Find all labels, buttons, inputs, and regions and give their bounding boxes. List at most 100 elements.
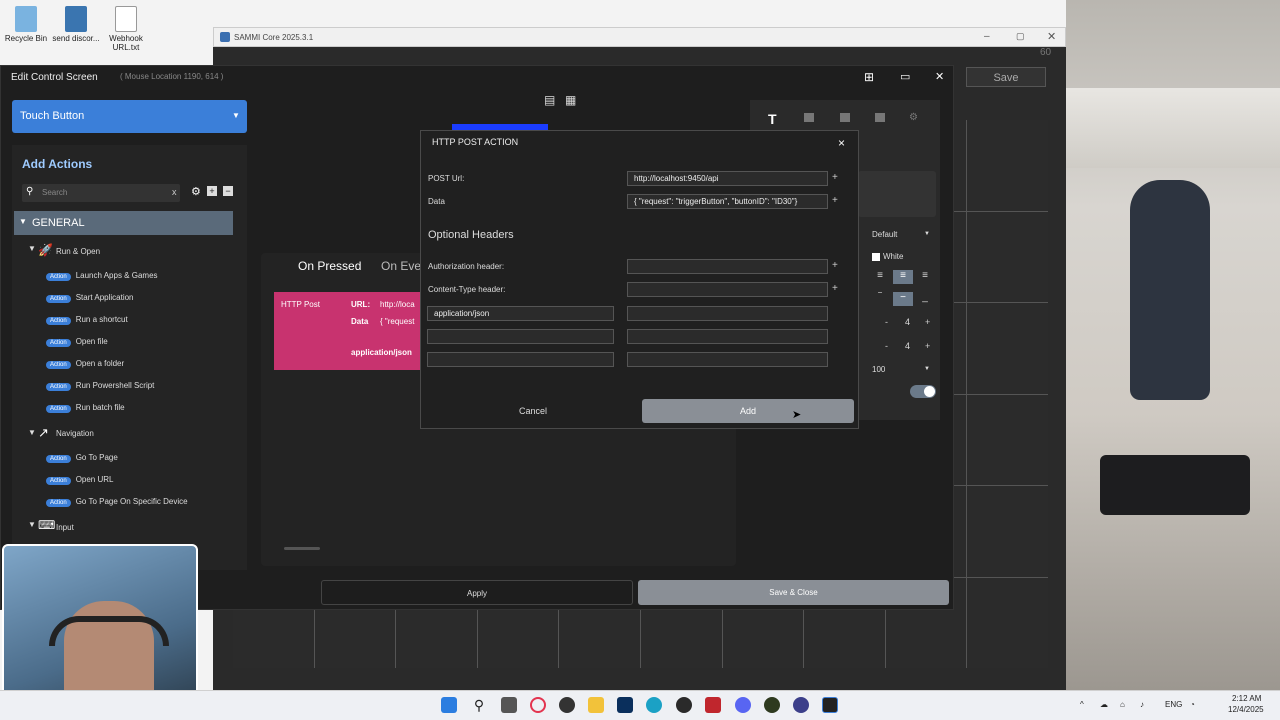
minimize-icon[interactable]: –: [984, 31, 990, 42]
category-input[interactable]: Input: [56, 523, 74, 532]
discord-icon[interactable]: [735, 697, 751, 713]
increase-button[interactable]: +: [925, 341, 930, 351]
action-open-url[interactable]: Action Open URL: [46, 475, 113, 485]
header-key-input[interactable]: [427, 352, 614, 367]
content-type-input[interactable]: [627, 282, 828, 297]
decrease-button[interactable]: -: [885, 317, 888, 327]
color-select[interactable]: White: [868, 249, 936, 264]
data-label: Data: [428, 197, 445, 206]
color-value: White: [883, 252, 904, 261]
grid-view-icon[interactable]: ⊞: [864, 70, 874, 84]
steam-icon[interactable]: [559, 697, 575, 713]
apply-button[interactable]: Apply: [321, 580, 633, 605]
paste-icon[interactable]: ▤: [544, 93, 555, 107]
window-mode-icon[interactable]: ▭: [900, 70, 910, 83]
sammi-titlebar: SAMMI Core 2025.3.1 – ▢ ✕: [213, 27, 1066, 47]
editor-close-icon[interactable]: ✕: [935, 70, 944, 83]
add-button[interactable]: Add: [642, 399, 854, 423]
action-start-application[interactable]: Action Start Application: [46, 293, 134, 303]
decrease-button[interactable]: -: [885, 341, 888, 351]
action-tag: Action: [46, 295, 71, 303]
add-actions-heading: Add Actions: [22, 157, 93, 171]
save-button[interactable]: Save: [966, 67, 1046, 87]
opera-icon[interactable]: [530, 697, 546, 713]
align-right-icon[interactable]: ≡: [918, 270, 932, 284]
post-url-input[interactable]: http://localhost:9450/api: [627, 171, 828, 186]
video-app-icon[interactable]: [705, 697, 721, 713]
language-indicator[interactable]: ENG: [1165, 700, 1182, 709]
action-launch-apps[interactable]: Action Launch Apps & Games: [46, 271, 158, 281]
task-view-icon[interactable]: [501, 697, 517, 713]
valign-bottom-icon[interactable]: _: [918, 292, 932, 306]
font-select[interactable]: Default ▼: [868, 227, 936, 242]
scrollbar[interactable]: [284, 547, 320, 550]
auth-header-label: Authorization header:: [428, 262, 505, 271]
action-run-shortcut[interactable]: Action Run a shortcut: [46, 315, 128, 325]
recycle-bin-icon[interactable]: Recycle Bin: [0, 6, 52, 43]
add-data-button[interactable]: +: [832, 195, 838, 206]
action-run-powershell[interactable]: Action Run Powershell Script: [46, 381, 154, 391]
image-tool-icon[interactable]: [804, 113, 814, 122]
chevron-up-icon[interactable]: ^: [1080, 700, 1084, 709]
clear-search-icon[interactable]: x: [172, 187, 177, 197]
layer-tool-icon[interactable]: [875, 113, 885, 122]
save-close-button[interactable]: Save & Close: [638, 580, 949, 605]
action-go-to-page[interactable]: Action Go To Page: [46, 453, 118, 463]
file-explorer-icon[interactable]: [588, 697, 604, 713]
windows-start-icon[interactable]: [441, 697, 457, 713]
action-go-to-page-device[interactable]: Action Go To Page On Specific Device: [46, 497, 188, 507]
xbox-icon[interactable]: [764, 697, 780, 713]
category-run-open[interactable]: Run & Open: [56, 247, 100, 256]
auth-header-input[interactable]: [627, 259, 828, 274]
search-input[interactable]: Search: [22, 184, 180, 202]
align-center-icon[interactable]: ≡: [893, 270, 913, 284]
valign-middle-icon[interactable]: −: [893, 292, 913, 306]
action-label: Run Powershell Script: [75, 381, 155, 390]
increase-button[interactable]: +: [925, 317, 930, 327]
text-file-icon[interactable]: Webhook URL.txt: [100, 6, 152, 52]
copy-icon[interactable]: ▦: [565, 93, 576, 107]
action-run-batch[interactable]: Action Run batch file: [46, 403, 125, 413]
edge-icon[interactable]: [646, 697, 662, 713]
add-content-type-button[interactable]: +: [832, 283, 838, 294]
font-value: Default: [872, 230, 898, 239]
cancel-button[interactable]: Cancel: [519, 406, 547, 416]
maximize-icon[interactable]: ▢: [1016, 31, 1025, 42]
dialog-close-icon[interactable]: ×: [838, 136, 845, 150]
header-value-input[interactable]: [627, 329, 828, 344]
action-open-folder[interactable]: Action Open a folder: [46, 359, 124, 369]
button-type-dropdown[interactable]: Touch Button ▼: [12, 100, 247, 133]
add-url-button[interactable]: +: [832, 172, 838, 183]
data-input[interactable]: { "request": "triggerButton", "buttonID"…: [627, 194, 828, 209]
align-left-icon[interactable]: ≡: [873, 270, 887, 284]
expand-all-icon[interactable]: +: [207, 186, 217, 196]
tab-on-pressed[interactable]: On Pressed: [298, 259, 361, 273]
category-navigation[interactable]: Navigation: [56, 429, 94, 438]
gear-icon[interactable]: ⚙: [191, 185, 201, 198]
header-value-input[interactable]: [627, 306, 828, 321]
percent-select[interactable]: 100 ▼: [868, 362, 936, 377]
http-post-card[interactable]: HTTP Post URL: http://loca Data { "reque…: [274, 292, 422, 370]
text-tool-icon[interactable]: T: [768, 111, 777, 127]
collapse-all-icon[interactable]: −: [223, 186, 233, 196]
general-section[interactable]: ▼ GENERAL: [14, 211, 233, 235]
valign-top-icon[interactable]: ‾: [873, 292, 887, 306]
photoshop-icon[interactable]: [617, 697, 633, 713]
header-key-input[interactable]: application/json: [427, 306, 614, 321]
add-auth-button[interactable]: +: [832, 260, 838, 271]
obs-icon[interactable]: [676, 697, 692, 713]
color-swatch: [872, 252, 880, 261]
header-key-input[interactable]: [427, 329, 614, 344]
header-value-input[interactable]: [627, 352, 828, 367]
sammi-taskbar-icon[interactable]: [822, 697, 838, 713]
picture-tool-icon[interactable]: [840, 113, 850, 122]
python-file-icon[interactable]: send discor...: [50, 6, 102, 43]
toggle-switch[interactable]: [910, 385, 936, 398]
action-open-file[interactable]: Action Open file: [46, 337, 108, 347]
window-title: SAMMI Core 2025.3.1: [234, 33, 314, 42]
taskbar: [0, 690, 1280, 720]
close-icon[interactable]: ✕: [1047, 30, 1056, 43]
app-icon[interactable]: [793, 697, 809, 713]
tool-settings-icon[interactable]: ⚙: [909, 112, 918, 123]
search-icon[interactable]: ⚲: [471, 697, 487, 713]
